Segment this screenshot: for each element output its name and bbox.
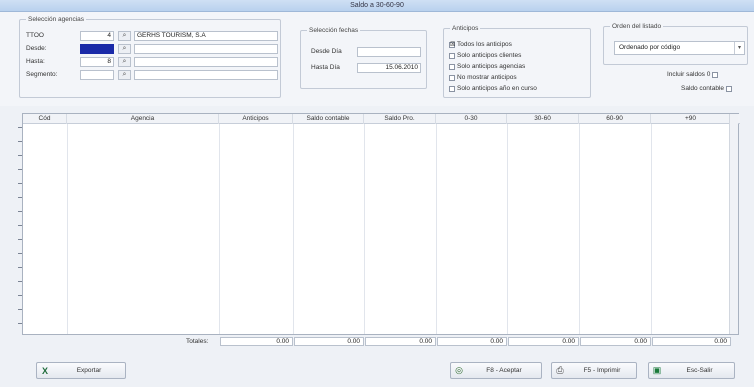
column-header-60-90[interactable]: 60-90 <box>579 114 651 124</box>
column-header-cod[interactable]: Cód <box>23 114 67 124</box>
segmento-search-button[interactable]: ⌕ <box>118 70 131 80</box>
column-header-0-30[interactable]: 0-30 <box>436 114 507 124</box>
agencias-legend: Selección agencias <box>28 16 85 23</box>
checkbox-icon[interactable] <box>449 63 455 70</box>
column-header-plus-90[interactable]: +90 <box>651 114 731 124</box>
hasta-code-field[interactable]: 8 <box>80 57 114 67</box>
segmento-name-field <box>134 70 278 80</box>
orden-dropdown[interactable]: Ordenado por código ▾ <box>614 41 745 55</box>
desde-code-field[interactable] <box>80 44 114 54</box>
incluir-saldos-checkbox[interactable]: Incluir saldos 0 <box>667 71 719 78</box>
table-header: Cód Agencia Anticipos Saldo contable Sal… <box>23 114 740 124</box>
ttoo-search-button[interactable]: ⌕ <box>118 31 131 41</box>
desde-search-button[interactable]: ⌕ <box>118 44 131 54</box>
hasta-name-field <box>134 57 278 67</box>
column-header-saldo-pro[interactable]: Saldo Pro. <box>364 114 436 124</box>
option-label: No mostrar anticipos <box>457 74 517 81</box>
orden-legend: Orden del listado <box>612 23 662 30</box>
fechas-group: Selección fechas <box>300 27 427 89</box>
chevron-down-icon[interactable]: ▾ <box>734 42 744 54</box>
excel-icon: X <box>41 365 48 376</box>
orden-value: Ordenado por código <box>619 44 681 51</box>
exit-icon: ▣ <box>652 365 662 375</box>
checkbox-icon[interactable] <box>449 85 455 92</box>
desde-label: Desde: <box>26 45 47 52</box>
row-marker-column <box>14 113 22 335</box>
window-title: Saldo a 30-60-90 <box>0 0 754 12</box>
hasta-label: Hasta: <box>26 58 45 65</box>
search-icon: ⌕ <box>122 71 127 78</box>
total-plus-90: 0.00 <box>652 337 731 346</box>
total-60-90: 0.00 <box>580 337 651 346</box>
anticipos-option-clientes[interactable]: Solo anticipos clientes <box>449 52 521 59</box>
totales-label: Totales: <box>186 338 209 345</box>
ttoo-code-field[interactable]: 4 <box>80 31 114 41</box>
desde-dia-label: Desde Día <box>311 48 342 55</box>
anticipos-option-no-mostrar[interactable]: No mostrar anticipos <box>449 74 517 81</box>
total-anticipos: 0.00 <box>220 337 293 346</box>
table-vertical-scrollbar[interactable] <box>729 114 738 334</box>
search-icon: ⌕ <box>122 45 127 52</box>
total-saldo-contable: 0.00 <box>294 337 364 346</box>
option-label: Solo anticipos agencias <box>457 63 526 70</box>
hasta-search-button[interactable]: ⌕ <box>118 57 131 67</box>
checkbox-icon[interactable] <box>449 74 455 81</box>
checkbox-icon[interactable]: ☒ <box>449 41 455 48</box>
incluir-saldos-label: Incluir saldos 0 <box>667 71 711 78</box>
column-header-30-60[interactable]: 30-60 <box>507 114 579 124</box>
export-label: Exportar <box>76 367 102 374</box>
desde-name-field <box>134 44 278 54</box>
check-icon: ◎ <box>455 365 463 375</box>
fechas-legend: Selección fechas <box>309 27 359 34</box>
print-label: F5 - Imprimir <box>583 367 621 374</box>
column-header-anticipos[interactable]: Anticipos <box>219 114 293 124</box>
desde-dia-field[interactable] <box>357 47 421 57</box>
results-table[interactable]: Cód Agencia Anticipos Saldo contable Sal… <box>22 113 740 335</box>
checkbox-icon[interactable] <box>712 71 719 78</box>
saldo-contable-label: Saldo contable <box>681 85 725 92</box>
search-icon: ⌕ <box>122 58 127 65</box>
printer-icon: ⎙ <box>556 365 564 375</box>
anticipos-legend: Anticipos <box>452 25 479 32</box>
option-label: Solo anticipos clientes <box>457 52 522 59</box>
ttoo-label: TTOO <box>26 32 44 39</box>
saldo-contable-checkbox[interactable]: Saldo contable <box>681 85 733 92</box>
accept-label: F8 - Aceptar <box>486 367 522 374</box>
hasta-dia-label: Hasta Día <box>311 64 340 71</box>
filter-panel: Selección agencias TTOO 4 ⌕ GERHS TOURIS… <box>0 12 754 106</box>
export-button[interactable]: X Exportar <box>36 362 126 379</box>
ttoo-name-field: GERHS TOURISM, S.A <box>134 31 278 41</box>
segmento-label: Segmento: <box>26 71 58 78</box>
hasta-dia-field[interactable]: 15.06.2010 <box>357 63 421 73</box>
accept-button[interactable]: ◎ F8 - Aceptar <box>450 362 542 379</box>
option-label: Solo anticipos año en curso <box>457 85 537 92</box>
total-30-60: 0.00 <box>508 337 579 346</box>
search-icon: ⌕ <box>122 32 127 39</box>
exit-button[interactable]: ▣ Esc-Salir <box>648 362 735 379</box>
segmento-code-field[interactable] <box>80 70 114 80</box>
anticipos-option-todos[interactable]: ☒ Todos los anticipos <box>449 41 512 48</box>
option-label: Todos los anticipos <box>457 41 512 48</box>
anticipos-option-agencias[interactable]: Solo anticipos agencias <box>449 63 525 70</box>
checkbox-icon[interactable] <box>726 85 733 92</box>
total-saldo-pro: 0.00 <box>365 337 436 346</box>
exit-label: Esc-Salir <box>686 367 713 374</box>
column-header-saldo-contable[interactable]: Saldo contable <box>293 114 364 124</box>
column-header-agencia[interactable]: Agencia <box>67 114 219 124</box>
print-button[interactable]: ⎙ F5 - Imprimir <box>551 362 637 379</box>
checkbox-icon[interactable] <box>449 52 455 59</box>
total-0-30: 0.00 <box>437 337 507 346</box>
anticipos-option-ano-curso[interactable]: Solo anticipos año en curso <box>449 85 537 92</box>
